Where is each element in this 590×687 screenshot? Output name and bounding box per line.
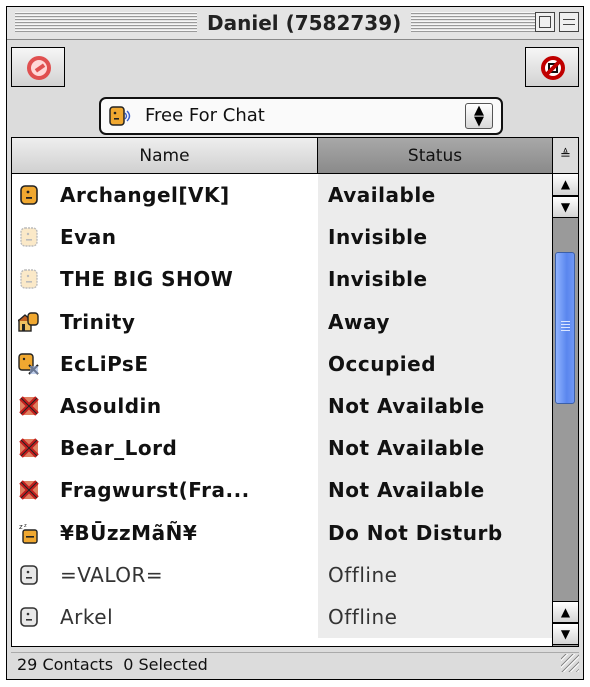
name-cell: Asouldin: [12, 384, 318, 428]
contact-row[interactable]: zz ¥BŪzzMãÑ¥ Do Not Disturb: [12, 511, 552, 554]
name-cell: Evan: [12, 216, 318, 259]
contact-status: Away: [328, 309, 390, 334]
contact-status: Not Available: [328, 478, 485, 503]
status-cell: Offline: [318, 553, 552, 596]
contact-row[interactable]: =VALOR= Offline: [12, 553, 552, 596]
scroll-up-icon[interactable]: ▲: [553, 174, 578, 196]
name-cell: Trinity: [12, 300, 318, 343]
contact-row[interactable]: Arkel Offline: [12, 595, 552, 639]
contact-name: Bear_Lord: [60, 436, 178, 461]
presence-status-value: Free For Chat: [145, 105, 265, 126]
name-cell: zz ¥BŪzzMãÑ¥: [12, 511, 318, 554]
status-cell: Occupied: [318, 342, 552, 385]
name-cell: EcLiPsE: [12, 342, 318, 385]
contact-row[interactable]: Asouldin Not Available: [12, 384, 552, 428]
na-x-icon: [19, 480, 39, 501]
name-cell: THE BIG SHOW: [12, 258, 318, 301]
contact-name: Archangel[VK]: [60, 183, 230, 207]
contact-name: Asouldin: [60, 393, 162, 418]
sort-direction-icon[interactable]: ≜: [552, 138, 578, 174]
title-bar[interactable]: Daniel (7582739): [7, 7, 583, 40]
vertical-scrollbar[interactable]: ▲ ▼ ▲ ▼: [552, 174, 578, 646]
status-cell: Invisible: [318, 216, 552, 259]
zoom-box-button[interactable]: [535, 12, 555, 32]
scroll-down-icon[interactable]: ▼: [553, 196, 578, 218]
contact-status: Occupied: [328, 351, 437, 376]
contact-name: Fragwurst(Fra...: [60, 478, 250, 503]
contact-status: Offline: [328, 562, 398, 587]
occupied-icon: [18, 353, 39, 375]
presence-status-popup[interactable]: Free For Chat ▲ ▼: [99, 97, 503, 135]
contact-row[interactable]: Fragwurst(Fra... Not Available: [12, 469, 552, 512]
collapse-box-button[interactable]: [559, 12, 579, 32]
contact-list: Name Status ≜ Archangel[VK] Available Ev…: [11, 137, 579, 647]
away-house-icon: [18, 311, 39, 332]
contact-row[interactable]: Evan Invisible: [12, 216, 552, 259]
na-x-icon: [19, 396, 39, 416]
contact-name: =VALOR=: [60, 562, 164, 587]
contact-count: 29 Contacts 0 Selected: [17, 655, 208, 674]
name-cell: Fragwurst(Fra...: [12, 469, 318, 512]
contact-row[interactable]: Archangel[VK] Available: [12, 174, 552, 217]
contact-status: Not Available: [328, 436, 485, 461]
scroll-thumb[interactable]: [555, 252, 575, 404]
contact-name: Trinity: [60, 309, 136, 334]
faded-face-icon: [20, 269, 38, 290]
contact-status: Not Available: [328, 393, 485, 418]
column-header-name[interactable]: Name: [12, 138, 318, 174]
scroll-down-icon[interactable]: ▼: [553, 623, 578, 645]
window-title: Daniel (7582739): [197, 10, 412, 36]
status-cell: Not Available: [318, 384, 552, 428]
status-cell: Not Available: [318, 469, 552, 512]
contact-status: Offline: [328, 604, 398, 629]
no-sign-icon: [27, 56, 51, 80]
contact-row[interactable]: EcLiPsE Occupied: [12, 342, 552, 385]
contact-name: Evan: [60, 225, 117, 250]
face-icon: [20, 185, 38, 205]
contact-rows: Archangel[VK] Available Evan Invisible T…: [12, 174, 552, 639]
contact-name: THE BIG SHOW: [60, 267, 234, 292]
contact-name: Arkel: [60, 604, 114, 629]
name-cell: Bear_Lord: [12, 427, 318, 470]
contact-status: Available: [328, 183, 436, 207]
name-cell: Archangel[VK]: [12, 174, 318, 217]
name-cell: =VALOR=: [12, 553, 318, 596]
faded-face-icon: [20, 227, 38, 247]
status-cell: Do Not Disturb: [318, 511, 552, 554]
contact-status: Invisible: [328, 225, 428, 250]
scroll-up-icon[interactable]: ▲: [553, 601, 578, 623]
contact-status: Invisible: [328, 267, 428, 292]
status-cell: Away: [318, 300, 552, 343]
face-speaking-icon: [109, 106, 131, 126]
name-cell: Arkel: [12, 595, 318, 639]
contact-name: ¥BŪzzMãÑ¥: [60, 520, 198, 545]
chevron-up-down-icon: ▲ ▼: [465, 103, 493, 129]
status-cell: Available: [318, 174, 552, 217]
status-cell: Not Available: [318, 427, 552, 470]
contact-status: Do Not Disturb: [328, 520, 503, 545]
no-sign-icon: [541, 56, 565, 80]
contact-row[interactable]: THE BIG SHOW Invisible: [12, 258, 552, 301]
column-header-status[interactable]: Status: [318, 138, 552, 174]
block-left-button[interactable]: [11, 47, 65, 87]
dnd-sleep-icon: zz: [19, 523, 38, 544]
svg-text:z: z: [19, 523, 23, 531]
svg-text:z: z: [24, 523, 27, 529]
contact-row[interactable]: Bear_Lord Not Available: [12, 427, 552, 470]
contact-list-window: Daniel (7582739) Free For Chat ▲ ▼ Name …: [6, 6, 584, 680]
status-cell: Offline: [318, 595, 552, 639]
na-x-icon: [19, 438, 39, 458]
contact-row[interactable]: Trinity Away: [12, 300, 552, 343]
contact-name: EcLiPsE: [60, 351, 149, 376]
resize-grip-icon[interactable]: [561, 654, 579, 672]
offline-face-icon: [20, 564, 38, 585]
status-cell: Invisible: [318, 258, 552, 301]
toolbar: Free For Chat ▲ ▼: [11, 47, 579, 135]
offline-face-icon: [20, 607, 38, 627]
block-right-button[interactable]: [525, 47, 579, 87]
status-bar: 29 Contacts 0 Selected: [11, 652, 579, 677]
